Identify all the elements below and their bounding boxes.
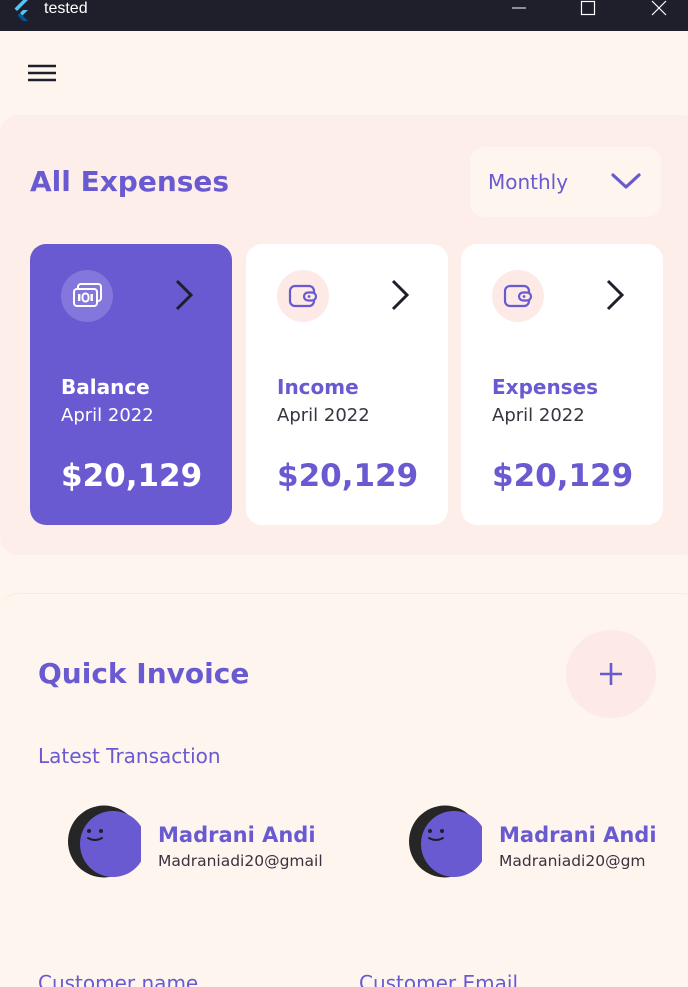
card-amount: $20,129: [277, 458, 419, 494]
plus-icon: [600, 663, 622, 685]
card-title: Income: [277, 375, 359, 399]
contact-email: Madraniadi20@gm: [499, 852, 646, 870]
invoice-title: Quick Invoice: [38, 657, 250, 690]
maximize-icon[interactable]: [565, 0, 611, 22]
money-icon: [73, 283, 102, 307]
transaction-contact[interactable]: Madrani Andi Madraniadi20@gmail: [68, 805, 348, 879]
transaction-contact[interactable]: Madrani Andi Madraniadi20@gm: [409, 805, 664, 879]
chevron-right-icon[interactable]: [388, 278, 412, 312]
avatar: [68, 805, 141, 878]
card-amount: $20,129: [61, 458, 203, 494]
minimize-icon[interactable]: [496, 0, 542, 22]
money-icon-badge: [61, 270, 113, 322]
contact-name: Madrani Andi: [499, 823, 657, 847]
card-title: Balance: [61, 375, 150, 399]
card-title: Expenses: [492, 375, 599, 399]
window-title: tested: [44, 0, 88, 17]
avatar: [409, 805, 482, 878]
period-dropdown[interactable]: Monthly: [470, 147, 661, 217]
expenses-title: All Expenses: [30, 165, 230, 198]
window-titlebar: tested: [0, 0, 688, 31]
close-icon[interactable]: [636, 0, 682, 22]
wallet-icon: [288, 284, 318, 308]
latest-transaction-label: Latest Transaction: [38, 744, 221, 768]
contact-email: Madraniadi20@gmail: [158, 852, 323, 870]
card-amount: $20,129: [492, 458, 634, 494]
income-card[interactable]: Income April 2022 $20,129: [246, 244, 448, 525]
expenses-card[interactable]: Expenses April 2022 $20,129: [461, 244, 663, 525]
flutter-logo-icon: [14, 0, 28, 21]
card-date: April 2022: [61, 405, 154, 426]
chevron-right-icon[interactable]: [603, 278, 627, 312]
wallet-icon-badge: [492, 270, 544, 322]
balance-card[interactable]: Balance April 2022 $20,129: [30, 244, 232, 525]
contact-name: Madrani Andi: [158, 823, 316, 847]
chevron-right-icon[interactable]: [172, 278, 196, 312]
wallet-icon-badge: [277, 270, 329, 322]
hamburger-menu-icon[interactable]: [22, 56, 62, 90]
period-dropdown-value: Monthly: [488, 170, 569, 194]
chevron-down-icon: [611, 173, 641, 189]
add-invoice-button[interactable]: [566, 630, 656, 718]
customer-email-label: Customer Email: [359, 971, 518, 987]
wallet-icon: [503, 284, 533, 308]
card-date: April 2022: [492, 405, 585, 426]
customer-name-label: Customer name: [38, 971, 199, 987]
card-date: April 2022: [277, 405, 370, 426]
